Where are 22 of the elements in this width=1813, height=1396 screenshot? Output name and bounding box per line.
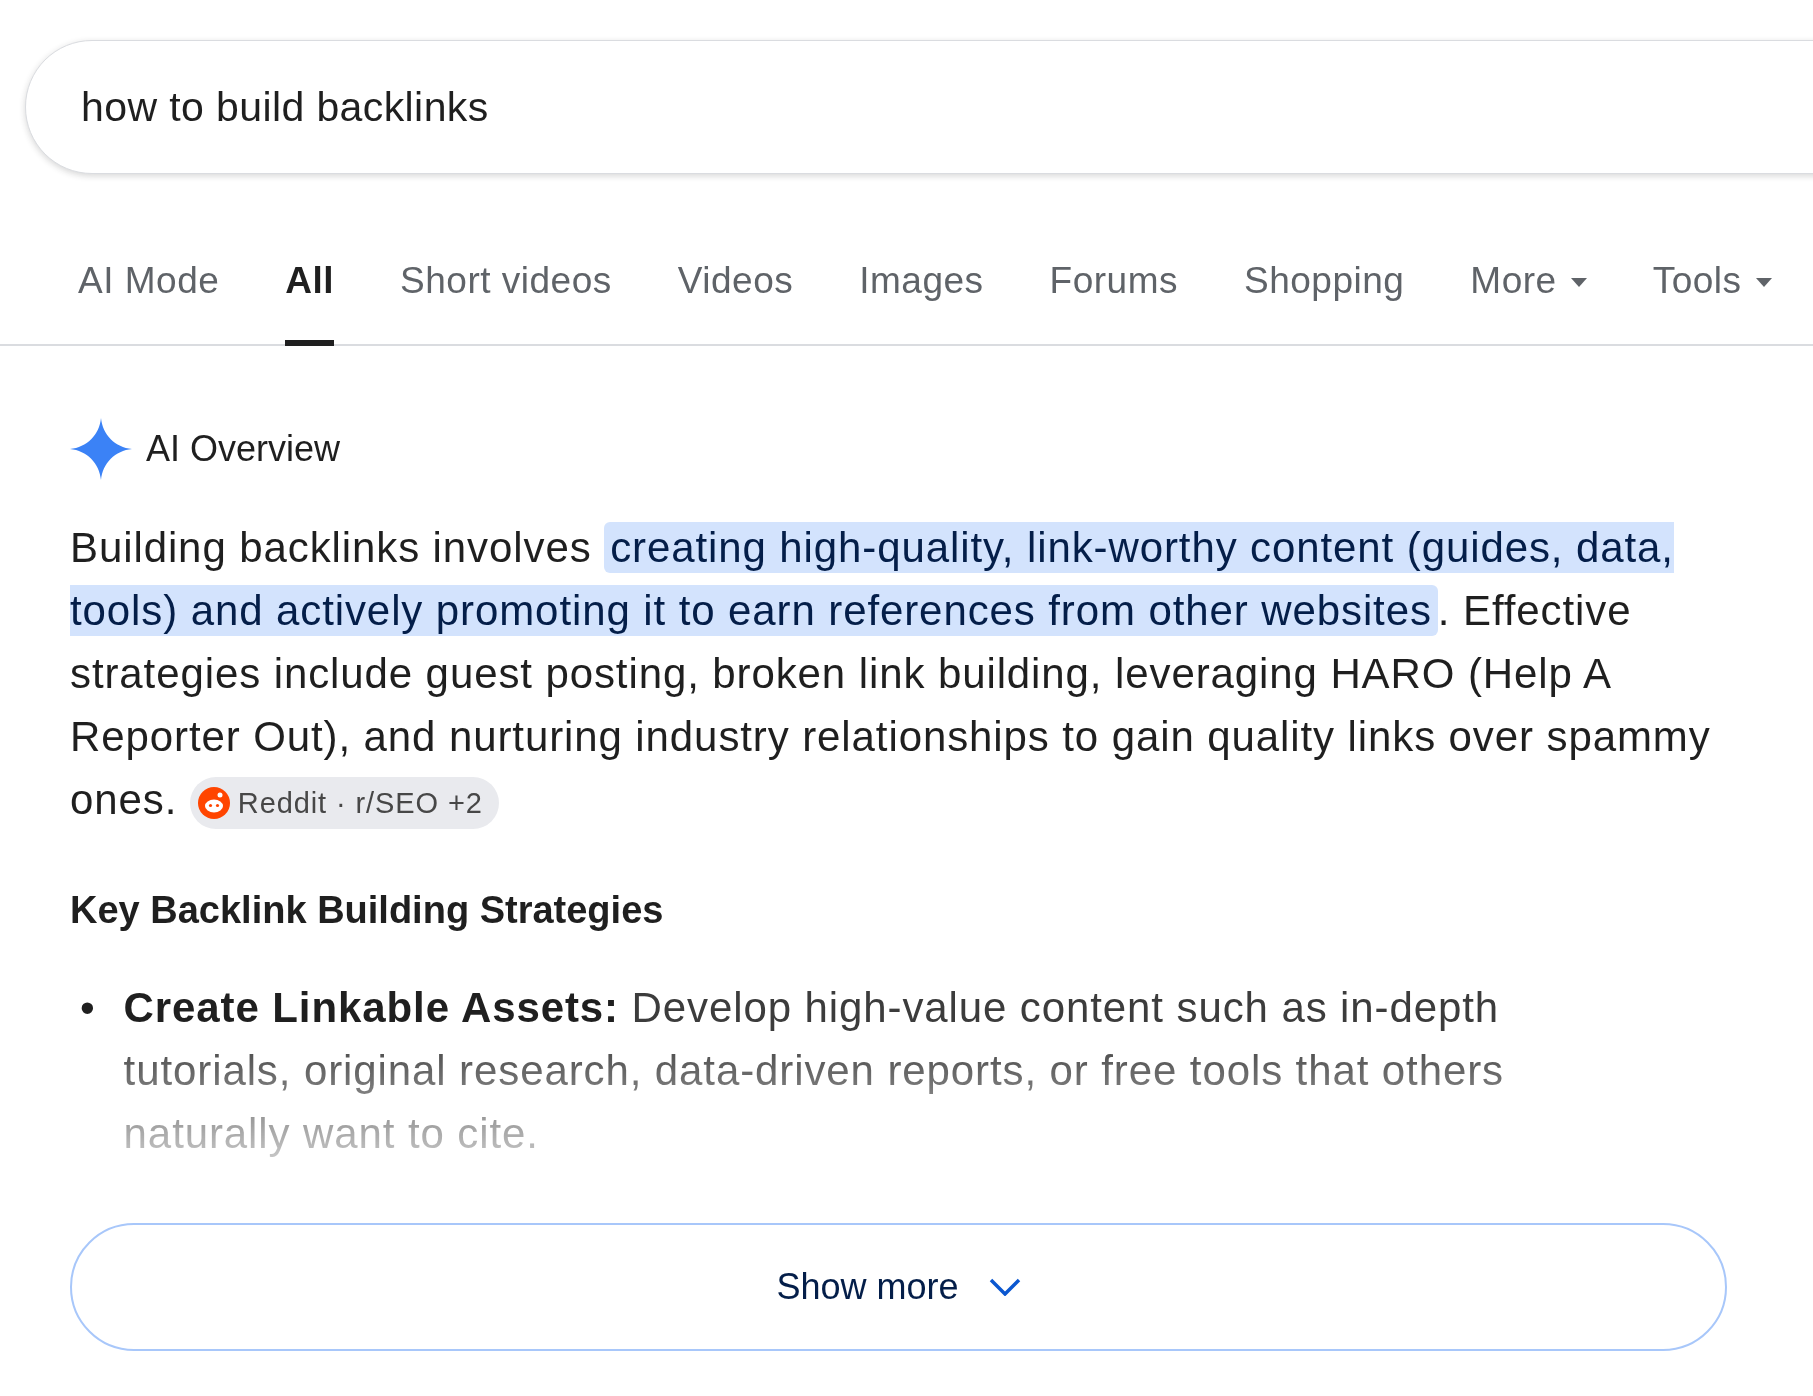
tab[interactable]: All [285,250,335,346]
sparkle-icon [70,418,132,480]
overview-paragraph: Building backlinks involves creating high-quality, link-worthy content (guides, data, tools) and actively promoting it to earn references from other websites. Effective strategies include guest posting, broken link building, leveraging HARO (Help A Reporter Out), and nurturing industry relationships to gain quality links over spammy ones. Reddit · r/SEO +2 [70,516,1727,831]
overview-title: AI Overview [146,428,341,470]
tab[interactable]: Shopping [1243,250,1405,346]
show-more-button[interactable]: Show more [70,1223,1727,1351]
tab[interactable]: Videos [677,250,794,346]
search-field[interactable]: how to build backlinks [25,40,1813,174]
tab[interactable]: Forums [1049,250,1178,346]
bullet-marker: • [80,983,96,1033]
tab[interactable]: More [1470,250,1587,346]
chevron-down-icon [988,1278,1021,1296]
tab[interactable]: AI Mode [78,250,220,346]
citation-chip[interactable]: Reddit · r/SEO +2 [189,776,499,829]
reddit-icon [197,786,230,819]
section-heading: Key Backlink Building Strategies [70,889,665,932]
tab[interactable]: Tools [1652,250,1772,346]
caret-icon [1755,278,1772,287]
bullet-item: Create Linkable Assets: Develop high-value content such as in-depth tutorials, original research, data-driven reports, or free tools that others naturally want to cite. [123,983,1505,1159]
caret-icon [1570,278,1587,287]
tab[interactable]: Images [859,250,984,346]
tab[interactable]: Short videos [400,250,612,346]
